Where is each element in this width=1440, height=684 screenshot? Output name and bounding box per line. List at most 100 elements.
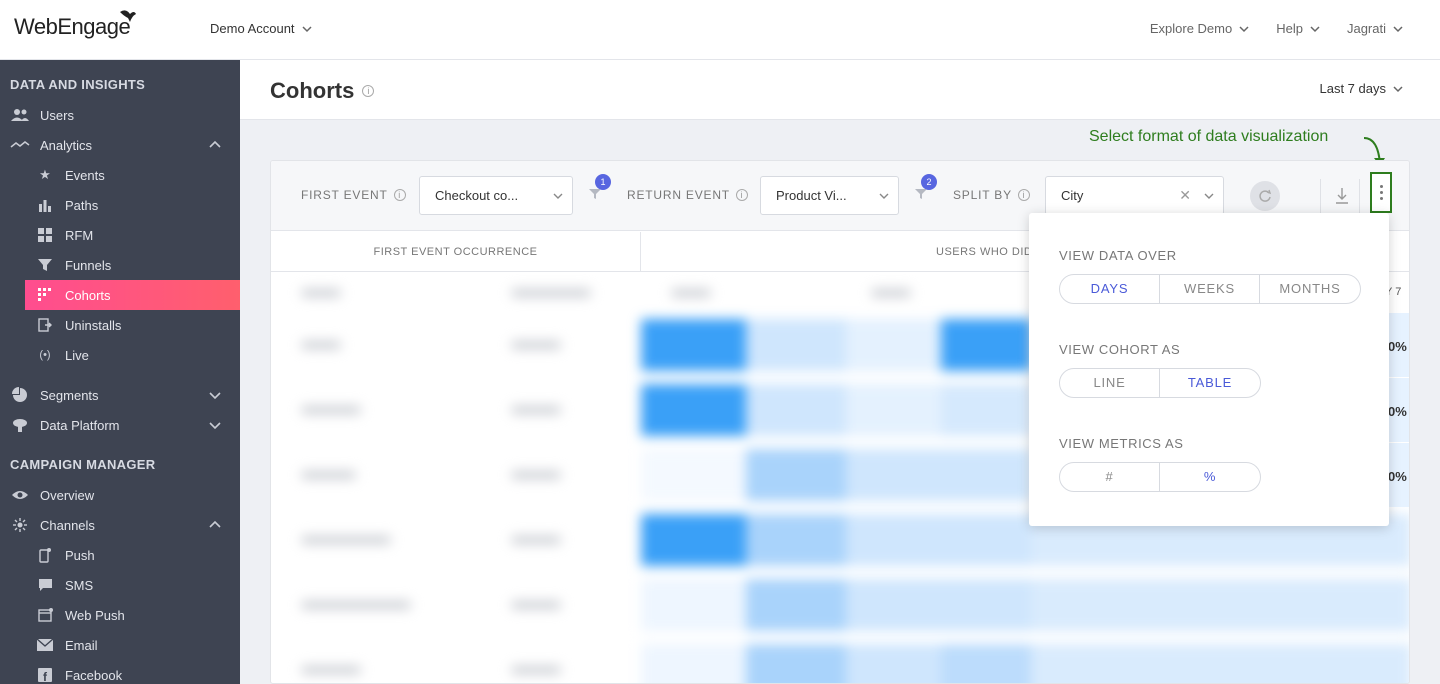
info-icon[interactable]: i <box>362 85 375 97</box>
filter-icon[interactable] <box>915 188 927 200</box>
grid-icon <box>37 227 53 243</box>
date-range-picker[interactable]: Last 7 days <box>1320 81 1405 96</box>
heat-cell <box>746 579 846 631</box>
heat-cell <box>746 449 846 501</box>
sidebar-item-email[interactable]: Email <box>25 630 240 660</box>
sidebar-item-label: Push <box>65 547 95 563</box>
filter-count-badge: 2 <box>921 174 937 190</box>
heat-cell <box>846 319 941 371</box>
chevron-down-icon <box>879 193 889 199</box>
return-event-label-text: RETURN EVENT <box>627 188 730 202</box>
sidebar-item-label: Paths <box>65 197 99 213</box>
cohort-grid-icon <box>37 287 53 303</box>
logo-text: WebEngage <box>14 14 131 39</box>
cell-placeholder <box>301 601 411 609</box>
sidebar-item-segments[interactable]: Segments <box>0 380 240 410</box>
visualization-options-dropdown: VIEW DATA OVER DAYS WEEKS MONTHS VIEW CO… <box>1029 213 1389 526</box>
view-cohort-as-toggle: LINE TABLE <box>1059 368 1261 398</box>
clear-icon[interactable]: ✕ <box>1179 177 1191 214</box>
sidebar-item-label: Data Platform <box>40 417 120 433</box>
sidebar-item-users[interactable]: Users <box>0 100 240 130</box>
refresh-icon <box>1259 189 1272 202</box>
logo-bird-icon <box>120 10 136 22</box>
section-title-campaign-manager: CAMPAIGN MANAGER <box>10 457 156 472</box>
option-days[interactable]: DAYS <box>1060 275 1160 303</box>
kebab-dot <box>1379 185 1383 188</box>
info-icon[interactable]: i <box>393 189 406 201</box>
cell-placeholder <box>671 289 711 297</box>
refresh-button[interactable] <box>1250 181 1280 211</box>
sidebar-item-data-platform[interactable]: Data Platform <box>0 410 240 440</box>
column-header-users-who-did: USERS WHO DID <box>936 246 1033 258</box>
cell-placeholder <box>301 289 341 297</box>
heat-cell <box>941 319 1031 371</box>
chevron-down-icon <box>1393 25 1403 32</box>
cell-placeholder <box>301 341 341 349</box>
email-icon <box>37 637 53 653</box>
sidebar-item-label: Analytics <box>40 137 93 153</box>
heat-cell <box>941 449 1031 501</box>
more-options-button[interactable] <box>1370 172 1392 213</box>
sidebar-item-rfm[interactable]: RFM <box>25 220 240 250</box>
cell-placeholder <box>301 666 361 674</box>
heat-cell <box>846 384 941 436</box>
sidebar-item-sms[interactable]: SMS <box>25 570 240 600</box>
sidebar-item-paths[interactable]: Paths <box>25 190 240 220</box>
sidebar-item-analytics[interactable]: Analytics <box>0 130 240 160</box>
cell-placeholder <box>511 471 561 479</box>
return-event-select[interactable]: Product Vi... <box>760 176 899 215</box>
sidebar-item-uninstalls[interactable]: Uninstalls <box>25 310 240 340</box>
first-event-select[interactable]: Checkout co... <box>419 176 573 215</box>
sidebar-item-overview[interactable]: Overview <box>0 480 240 510</box>
option-table[interactable]: TABLE <box>1160 369 1260 397</box>
option-weeks[interactable]: WEEKS <box>1160 275 1260 303</box>
cell-placeholder <box>511 601 561 609</box>
heat-cell <box>641 449 746 501</box>
view-cohort-as-title: VIEW COHORT AS <box>1059 342 1181 357</box>
user-menu[interactable]: Jagrati <box>1347 21 1404 36</box>
info-icon[interactable]: i <box>735 189 748 201</box>
page-title-text: Cohorts <box>270 78 355 103</box>
heat-cell <box>641 384 746 436</box>
cell-placeholder <box>301 536 391 544</box>
sidebar-item-push[interactable]: Push <box>25 540 240 570</box>
cell-placeholder <box>511 341 561 349</box>
chevron-up-icon <box>209 140 221 148</box>
live-broadcast-icon: (•) <box>39 349 51 361</box>
heat-cell <box>941 644 1031 683</box>
sidebar-item-label: Uninstalls <box>65 317 122 333</box>
filter-icon[interactable] <box>589 188 601 200</box>
return-event-value: Product Vi... <box>776 188 847 203</box>
help-menu[interactable]: Help <box>1276 21 1321 36</box>
sidebar-item-live[interactable]: (•) Live <box>25 340 240 370</box>
funnel-icon <box>37 257 53 273</box>
option-months[interactable]: MONTHS <box>1260 275 1360 303</box>
heat-cell <box>641 319 746 371</box>
webengage-logo[interactable]: WebEngage <box>14 10 136 40</box>
sidebar-item-events[interactable]: ★ Events <box>25 160 240 190</box>
heat-cell <box>846 449 941 501</box>
option-percent[interactable]: % <box>1160 463 1260 491</box>
sidebar-item-label: Channels <box>40 517 95 533</box>
explore-demo-label: Explore Demo <box>1149 21 1233 36</box>
chevron-down-icon <box>302 25 312 32</box>
sidebar: DATA AND INSIGHTS Users Analytics ★ Even… <box>0 60 240 684</box>
heat-cell <box>746 644 846 683</box>
split-by-select[interactable]: City ✕ <box>1045 176 1224 215</box>
return-event-label: RETURN EVENT i <box>627 188 748 202</box>
option-count[interactable]: # <box>1060 463 1160 491</box>
top-bar: WebEngage Demo Account Explore Demo Help… <box>0 0 1440 60</box>
sidebar-item-web-push[interactable]: Web Push <box>25 600 240 630</box>
kebab-dot <box>1379 191 1383 194</box>
retention-percent: 0% <box>1388 469 1407 484</box>
sidebar-item-cohorts[interactable]: Cohorts <box>25 280 240 310</box>
option-line[interactable]: LINE <box>1060 369 1160 397</box>
download-icon[interactable] <box>1335 187 1349 205</box>
sidebar-item-channels[interactable]: Channels <box>0 510 240 540</box>
info-icon[interactable]: i <box>1017 189 1030 201</box>
sidebar-item-facebook[interactable]: f Facebook <box>25 660 240 684</box>
sidebar-item-funnels[interactable]: Funnels <box>25 250 240 280</box>
explore-demo-menu[interactable]: Explore Demo <box>1150 21 1250 36</box>
split-by-label-text: SPLIT BY <box>953 188 1012 202</box>
account-switcher[interactable]: Demo Account <box>210 21 313 36</box>
